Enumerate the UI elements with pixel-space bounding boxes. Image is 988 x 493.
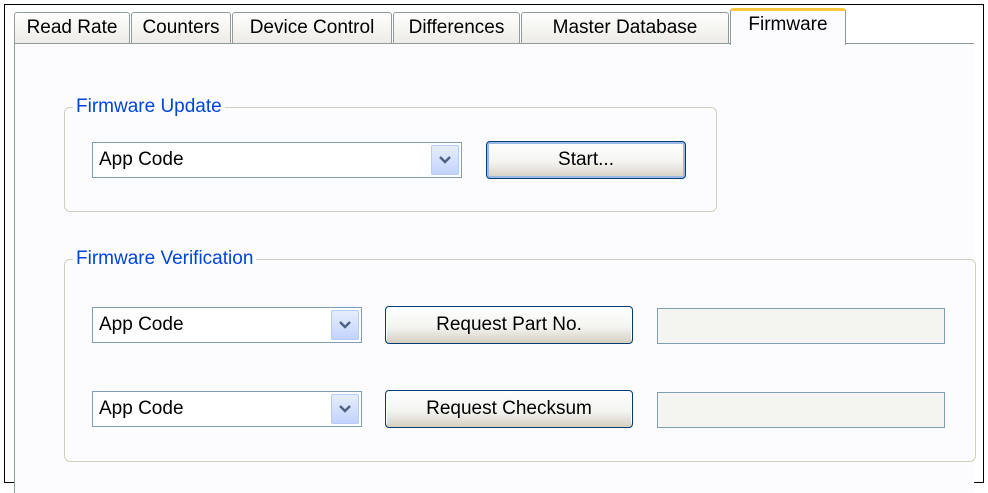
chevron-down-icon[interactable] xyxy=(331,310,359,340)
start-button[interactable]: Start... xyxy=(486,141,686,179)
chevron-down-icon[interactable] xyxy=(331,394,359,424)
checksum-readout xyxy=(657,392,945,428)
part-number-code-select[interactable]: App Code xyxy=(92,307,362,343)
firmware-verification-title: Firmware Verification xyxy=(73,247,257,271)
tab-differences[interactable]: Differences xyxy=(393,12,520,44)
request-checksum-button[interactable]: Request Checksum xyxy=(385,390,633,428)
firmware-update-title: Firmware Update xyxy=(73,95,225,119)
firmware-tab-page: Firmware Update App Code Start... Firmwa… xyxy=(14,43,976,493)
tab-firmware[interactable]: Firmware xyxy=(730,8,846,45)
tab-counters[interactable]: Counters xyxy=(131,12,231,44)
request-part-no-button[interactable]: Request Part No. xyxy=(385,306,633,344)
firmware-update-code-value: App Code xyxy=(99,149,184,170)
checksum-code-value: App Code xyxy=(99,398,184,419)
firmware-verification-group: Firmware Verification App Code Request P… xyxy=(64,247,976,462)
firmware-update-group: Firmware Update App Code Start... xyxy=(64,95,717,212)
chevron-down-icon[interactable] xyxy=(431,145,459,175)
tab-strip: Read Rate Counters Device Control Differ… xyxy=(14,8,974,45)
tab-device-control[interactable]: Device Control xyxy=(232,12,392,44)
tab-master-database[interactable]: Master Database xyxy=(521,12,729,44)
tab-read-rate[interactable]: Read Rate xyxy=(14,12,130,44)
part-number-readout xyxy=(657,308,945,344)
part-number-code-value: App Code xyxy=(99,314,184,335)
firmware-update-code-select[interactable]: App Code xyxy=(92,142,462,178)
checksum-code-select[interactable]: App Code xyxy=(92,391,362,427)
